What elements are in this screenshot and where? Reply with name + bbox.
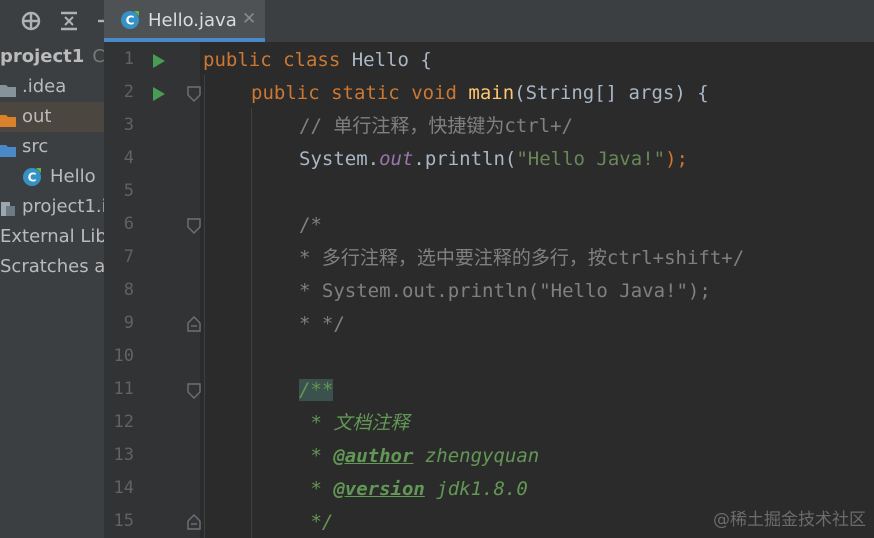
code-line-12: * 文档注释 xyxy=(299,412,410,434)
code-editor[interactable]: public class Hello { public static void … xyxy=(200,42,874,538)
code-line-11: /** xyxy=(299,379,334,401)
collapse-all-icon[interactable] xyxy=(58,10,80,32)
line-number: 10 xyxy=(113,346,134,366)
tree-item-path-hint: C:\ xyxy=(92,46,104,67)
code-line-14: * @version jdk1.8.0 xyxy=(299,478,528,500)
code-line-1: public class Hello { xyxy=(203,49,432,71)
code-line-9: * */ xyxy=(299,313,345,335)
line-number: 1 xyxy=(123,49,134,69)
line-number: 7 xyxy=(123,247,134,267)
tab-label: Hello.java xyxy=(148,10,237,31)
tree-item-iml[interactable]: project1.i xyxy=(0,192,104,222)
run-icon[interactable] xyxy=(152,86,166,101)
line-number: 12 xyxy=(113,412,134,432)
code-line-7: * 多行注释，选中要注释的多行，按ctrl+shift+/ xyxy=(299,247,745,269)
tree-item-label: project1 xyxy=(0,46,85,67)
line-number: 2 xyxy=(123,82,134,102)
line-number: 5 xyxy=(123,181,134,201)
editor-gutter: 1 2 3 4 5 6 7 8 9 10 11 12 13 14 15 xyxy=(104,42,201,538)
line-number: 15 xyxy=(113,511,134,531)
line-number: 13 xyxy=(113,445,134,465)
svg-text:C: C xyxy=(126,14,135,28)
line-number: 4 xyxy=(123,148,134,168)
run-icon[interactable] xyxy=(152,53,166,68)
tree-item-scratches[interactable]: Scratches and xyxy=(0,252,104,282)
code-line-3: // 单行注释，快捷键为ctrl+/ xyxy=(299,115,573,137)
more-icon[interactable] xyxy=(96,10,104,32)
code-line-6: /* xyxy=(299,214,322,236)
line-number: 3 xyxy=(123,115,134,135)
indent-guide xyxy=(204,75,205,538)
tab-hello-java[interactable]: C Hello.java ✕ xyxy=(104,0,265,42)
watermark: @稀土掘金技术社区 xyxy=(713,510,866,530)
tree-item-idea[interactable]: .idea xyxy=(0,72,104,102)
tree-item-label: External Libra xyxy=(0,226,104,247)
tree-item-label: project1.i xyxy=(22,196,104,217)
code-line-8: * System.out.println("Hello Java!"); xyxy=(299,280,711,302)
tree-item-out[interactable]: out xyxy=(0,102,104,132)
project-panel: project1 C:\ .idea out src C Hello projec… xyxy=(0,0,104,538)
line-number: 6 xyxy=(123,214,134,234)
editor-tab-bar: C Hello.java ✕ xyxy=(104,0,874,42)
tree-item-label: .idea xyxy=(22,76,67,97)
svg-text:C: C xyxy=(28,171,37,185)
line-number: 11 xyxy=(113,379,134,399)
close-icon[interactable]: ✕ xyxy=(242,9,256,29)
tree-item-hello[interactable]: C Hello xyxy=(0,162,104,192)
tree-item-label: out xyxy=(22,106,52,127)
line-number: 9 xyxy=(123,313,134,333)
code-line-15: */ xyxy=(299,511,334,533)
locate-icon[interactable] xyxy=(20,10,42,32)
java-class-icon: C xyxy=(120,10,140,34)
tree-item-project1[interactable]: project1 C:\ xyxy=(0,42,104,72)
code-line-13: * @author zhengyquan xyxy=(299,445,540,467)
tree-item-label: Hello xyxy=(50,166,96,187)
tree-item-src[interactable]: src xyxy=(0,132,104,162)
indent-guide xyxy=(251,108,252,538)
code-line-2: public static void main(String[] args) { xyxy=(251,82,709,104)
code-line-4: System.out.println("Hello Java!"); xyxy=(299,148,688,170)
tree-item-external-libraries[interactable]: External Libra xyxy=(0,222,104,252)
line-number: 14 xyxy=(113,478,134,498)
line-number: 8 xyxy=(123,280,134,300)
tree-item-label: Scratches and xyxy=(0,256,104,277)
project-toolbar xyxy=(0,0,104,42)
tree-item-label: src xyxy=(22,136,49,157)
